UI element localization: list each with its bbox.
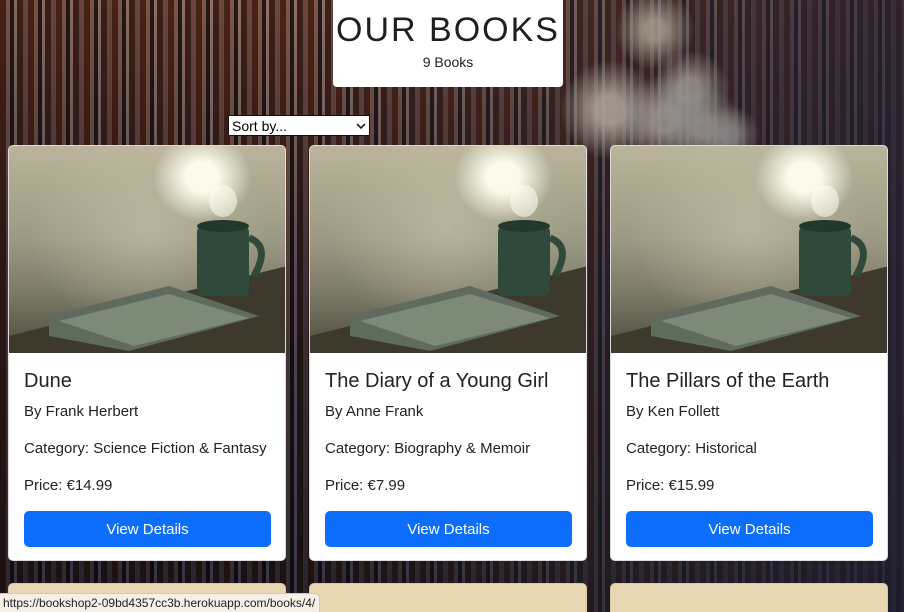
book-count: 9 Books (422, 54, 474, 70)
book-card-partial[interactable] (309, 583, 587, 612)
book-title: The Pillars of the Earth (626, 370, 830, 392)
page-title: OUR BOOKS (336, 11, 560, 49)
book-card: The Diary of a Young Girl By Anne Frank … (309, 145, 587, 561)
book-card: The Pillars of the Earth By Ken Follett … (610, 145, 888, 561)
sort-select[interactable]: Sort by... (228, 115, 370, 136)
book-cover-image (310, 146, 586, 353)
book-category: Category: Historical (626, 440, 757, 457)
book-cover-image (9, 146, 285, 353)
book-price: Price: €15.99 (626, 477, 715, 494)
book-price: Price: €14.99 (24, 477, 113, 494)
book-price: Price: €7.99 (325, 477, 406, 494)
view-details-button[interactable]: View Details (626, 511, 873, 547)
book-title: The Diary of a Young Girl (325, 370, 549, 392)
page-header: OUR BOOKS 9 Books (333, 0, 563, 87)
book-category: Category: Biography & Memoir (325, 440, 531, 457)
book-card-partial[interactable] (610, 583, 888, 612)
view-details-button[interactable]: View Details (24, 511, 271, 547)
status-bar-url: https://bookshop2-09bd4357cc3b.herokuapp… (0, 593, 321, 612)
book-cover-image (611, 146, 887, 353)
book-author: By Anne Frank (325, 403, 424, 420)
book-category: Category: Science Fiction & Fantasy (24, 440, 267, 457)
chevron-down-icon (356, 122, 366, 129)
book-author: By Frank Herbert (24, 403, 139, 420)
book-title: Dune (24, 370, 72, 392)
book-author: By Ken Follett (626, 403, 720, 420)
book-card: Dune By Frank Herbert Category: Science … (8, 145, 286, 561)
sort-select-value: Sort by... (232, 117, 287, 134)
view-details-button[interactable]: View Details (325, 511, 572, 547)
